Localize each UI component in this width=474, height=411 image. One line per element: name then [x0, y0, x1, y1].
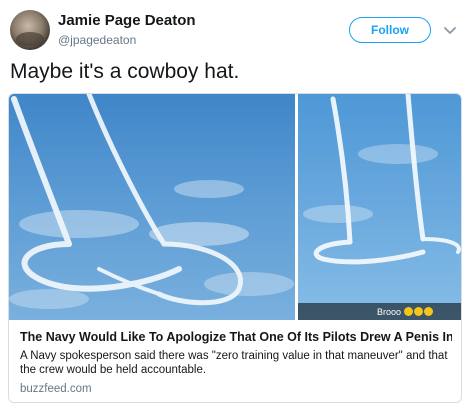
card-title[interactable]: The Navy Would Like To Apologize That On…: [20, 330, 452, 344]
grimacing-face-emoji-icon: [414, 307, 423, 316]
card-description: A Navy spokesperson said there was "zero…: [20, 350, 448, 376]
card-domain[interactable]: buzzfeed.com: [20, 383, 92, 395]
follow-button[interactable]: Follow: [349, 17, 431, 43]
chevron-down-icon[interactable]: [442, 22, 458, 38]
tweet-text: Maybe it's a cowboy hat.: [10, 60, 240, 83]
avatar[interactable]: [10, 10, 50, 50]
author-name[interactable]: Jamie Page Deaton: [58, 12, 196, 29]
link-card[interactable]: Brooo The Navy Would Like To Apologize T…: [8, 93, 462, 403]
image-caption-bar: Brooo: [298, 303, 461, 320]
author-handle[interactable]: @jpagedeaton: [58, 33, 136, 47]
sky-photo-left: [9, 94, 295, 320]
sky-photo-right: Brooo: [298, 94, 461, 320]
image-caption: Brooo: [376, 306, 401, 317]
grimacing-face-emoji-icon: [424, 307, 433, 316]
grimacing-face-emoji-icon: [404, 307, 413, 316]
